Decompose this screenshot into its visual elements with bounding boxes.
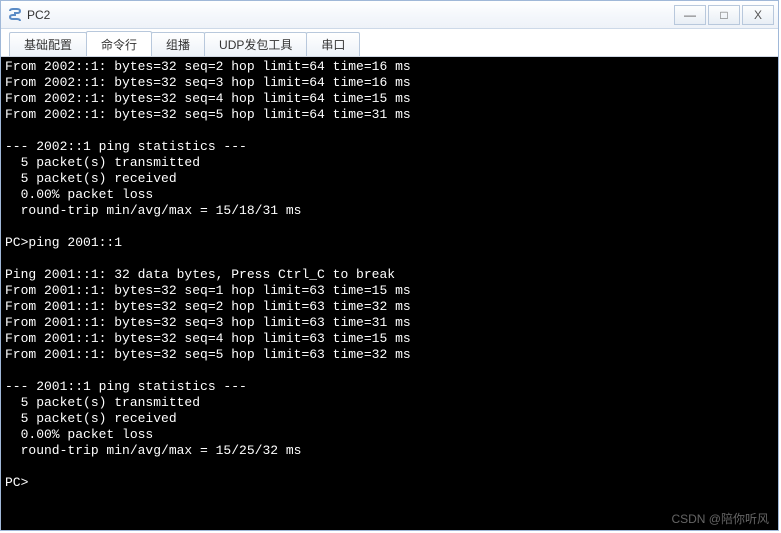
terminal-line xyxy=(5,251,774,267)
tab-multicast[interactable]: 组播 xyxy=(151,32,205,56)
terminal-line: --- 2002::1 ping statistics --- xyxy=(5,139,774,155)
tab-basic-config[interactable]: 基础配置 xyxy=(9,32,87,56)
terminal-line: 5 packet(s) received xyxy=(5,411,774,427)
terminal-line xyxy=(5,459,774,475)
terminal-line: From 2002::1: bytes=32 seq=3 hop limit=6… xyxy=(5,75,774,91)
titlebar: PC2 — □ X xyxy=(1,1,778,29)
app-window: PC2 — □ X 基础配置 命令行 组播 UDP发包工具 串口 From 20… xyxy=(0,0,779,531)
terminal-line: 0.00% packet loss xyxy=(5,427,774,443)
close-button[interactable]: X xyxy=(742,5,774,25)
terminal-line: From 2001::1: bytes=32 seq=2 hop limit=6… xyxy=(5,299,774,315)
maximize-button[interactable]: □ xyxy=(708,5,740,25)
tab-udp-tool[interactable]: UDP发包工具 xyxy=(204,32,307,56)
terminal-line: From 2001::1: bytes=32 seq=4 hop limit=6… xyxy=(5,331,774,347)
terminal-line: --- 2001::1 ping statistics --- xyxy=(5,379,774,395)
minimize-button[interactable]: — xyxy=(674,5,706,25)
terminal-line xyxy=(5,123,774,139)
terminal-line: PC> xyxy=(5,475,774,491)
terminal-line: From 2001::1: bytes=32 seq=5 hop limit=6… xyxy=(5,347,774,363)
terminal-line: From 2002::1: bytes=32 seq=4 hop limit=6… xyxy=(5,91,774,107)
terminal-line: 5 packet(s) transmitted xyxy=(5,155,774,171)
terminal-line: 5 packet(s) transmitted xyxy=(5,395,774,411)
terminal-line xyxy=(5,363,774,379)
terminal-line: 5 packet(s) received xyxy=(5,171,774,187)
terminal-output[interactable]: From 2002::1: bytes=32 seq=2 hop limit=6… xyxy=(1,57,778,530)
terminal-line: round-trip min/avg/max = 15/25/32 ms xyxy=(5,443,774,459)
tab-command-line[interactable]: 命令行 xyxy=(86,31,152,56)
terminal-line: Ping 2001::1: 32 data bytes, Press Ctrl_… xyxy=(5,267,774,283)
tab-serial[interactable]: 串口 xyxy=(306,32,360,56)
terminal-line: From 2002::1: bytes=32 seq=2 hop limit=6… xyxy=(5,59,774,75)
app-icon xyxy=(7,7,23,23)
terminal-line: From 2001::1: bytes=32 seq=3 hop limit=6… xyxy=(5,315,774,331)
window-title: PC2 xyxy=(27,8,674,22)
terminal-line: From 2002::1: bytes=32 seq=5 hop limit=6… xyxy=(5,107,774,123)
terminal-line: round-trip min/avg/max = 15/18/31 ms xyxy=(5,203,774,219)
terminal-line xyxy=(5,219,774,235)
terminal-line: From 2001::1: bytes=32 seq=1 hop limit=6… xyxy=(5,283,774,299)
window-controls: — □ X xyxy=(674,5,774,25)
terminal-line: 0.00% packet loss xyxy=(5,187,774,203)
terminal-line: PC>ping 2001::1 xyxy=(5,235,774,251)
tabbar: 基础配置 命令行 组播 UDP发包工具 串口 xyxy=(1,29,778,57)
